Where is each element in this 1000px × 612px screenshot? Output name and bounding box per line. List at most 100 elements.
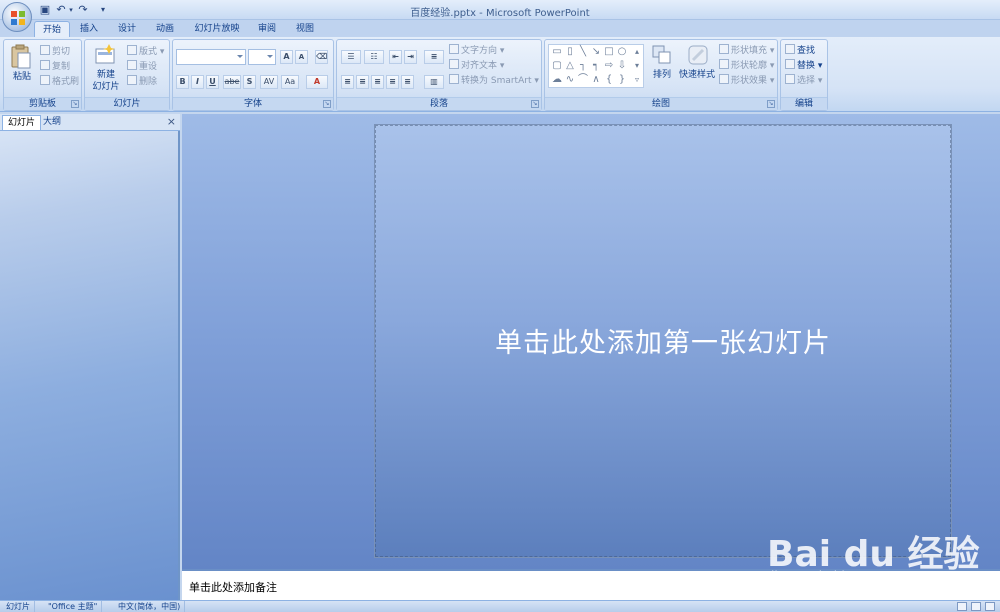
right-brace-icon[interactable]: } <box>616 74 628 86</box>
char-spacing-button[interactable]: AV <box>260 75 278 89</box>
text-shadow-button[interactable]: S <box>243 75 256 89</box>
new-slide-icon[interactable] <box>93 43 117 67</box>
slide-canvas[interactable]: 单击此处添加第一张幻灯片 <box>374 124 952 558</box>
select-label: 选择 <box>797 76 816 86</box>
clipboard-launcher-icon[interactable]: ↘ <box>71 100 79 108</box>
left-brace-icon[interactable]: { <box>603 74 615 86</box>
slideshow-view-icon[interactable] <box>985 602 995 611</box>
align-right-icon[interactable]: ≡ <box>371 75 384 89</box>
gallery-more-icon[interactable]: ▿ <box>631 74 643 86</box>
scissors-icon <box>40 45 50 55</box>
tab-view[interactable]: 视图 <box>288 21 322 38</box>
font-name-combo[interactable] <box>176 49 246 65</box>
align-text-button[interactable]: 对齐文本 ▾ <box>449 59 504 72</box>
new-slide-label-1: 新建 <box>96 70 115 80</box>
vertical-text-shape-icon[interactable]: ▯ <box>564 46 576 58</box>
rectangle-shape-icon[interactable]: □ <box>603 46 615 58</box>
tab-slides-pane[interactable]: 幻灯片 <box>2 115 42 130</box>
tab-animation[interactable]: 动画 <box>148 21 182 38</box>
drawing-launcher-icon[interactable]: ↘ <box>767 100 775 108</box>
increase-indent-icon[interactable]: ⇥ <box>404 50 417 64</box>
close-icon[interactable]: × <box>167 115 176 129</box>
rounded-rect-shape-icon[interactable]: ▢ <box>551 60 563 72</box>
bold-button[interactable]: B <box>176 75 189 89</box>
freeform-shape-icon[interactable]: ☁ <box>551 74 563 86</box>
line-spacing-icon[interactable]: ≡ <box>424 50 444 64</box>
effects-icon <box>719 74 729 84</box>
drawing-group: ▭ ▯ ╲ ↘ □ ○ ▢ △ ┐ ┑ ⇨ ⇩ ☁ ∿ ⌒ ∧ { } ▴ ▾ … <box>544 39 778 111</box>
arrow-line-shape-icon[interactable]: ↘ <box>590 46 602 58</box>
elbow-connector-icon[interactable]: ┐ <box>577 60 589 72</box>
slide-title-placeholder[interactable]: 单击此处添加第一张幻灯片 <box>375 321 951 360</box>
shape-fill-label: 形状填充 <box>731 46 768 56</box>
copy-button[interactable]: 复制 <box>40 60 70 73</box>
elbow-arrow-icon[interactable]: ┑ <box>590 60 602 72</box>
editing-group: 查找 替换 ▾ 选择 ▾ 编辑 <box>780 39 828 111</box>
right-arrow-shape-icon[interactable]: ⇨ <box>603 60 615 72</box>
underline-button[interactable]: U <box>206 75 219 89</box>
text-direction-button[interactable]: 文字方向 ▾ <box>449 44 504 57</box>
quick-styles-icon[interactable] <box>687 44 709 66</box>
columns-icon[interactable]: ▥ <box>424 75 444 89</box>
align-left-icon[interactable]: ≡ <box>341 75 354 89</box>
shape-fill-button[interactable]: 形状填充 ▾ <box>719 44 774 57</box>
font-size-combo[interactable] <box>248 49 276 65</box>
shrink-font-button[interactable]: A <box>295 50 308 64</box>
oval-shape-icon[interactable]: ○ <box>616 46 628 58</box>
reset-icon <box>127 60 137 70</box>
delete-slide-button[interactable]: 删除 <box>127 75 157 88</box>
text-box-shape-icon[interactable]: ▭ <box>551 46 563 58</box>
strikethrough-button[interactable]: abe <box>223 75 241 89</box>
paragraph-group-label: 段落 <box>337 97 541 110</box>
triangle-shape-icon[interactable]: △ <box>564 60 576 72</box>
justify-icon[interactable]: ≡ <box>386 75 399 89</box>
tab-review[interactable]: 审阅 <box>250 21 284 38</box>
tab-outline-pane[interactable]: 大纲 <box>38 115 66 130</box>
shape-outline-button[interactable]: 形状轮廓 ▾ <box>719 59 774 72</box>
change-case-button[interactable]: Aa <box>281 75 299 89</box>
pen-icon <box>719 59 729 69</box>
distributed-icon[interactable]: ≡ <box>401 75 414 89</box>
line-shape-icon[interactable]: ╲ <box>577 46 589 58</box>
notes-placeholder[interactable]: 单击此处添加备注 <box>189 579 277 595</box>
align-center-icon[interactable]: ≡ <box>356 75 369 89</box>
numbering-icon[interactable]: ☷ <box>364 50 384 64</box>
font-launcher-icon[interactable]: ↘ <box>323 100 331 108</box>
gallery-down-icon[interactable]: ▾ <box>631 60 643 72</box>
tab-design[interactable]: 设计 <box>110 21 144 38</box>
notes-pane[interactable]: 单击此处添加备注 <box>182 569 1000 600</box>
sorter-view-icon[interactable] <box>971 602 981 611</box>
status-language[interactable]: 中文(简体，中国) <box>114 601 186 612</box>
format-painter-button[interactable]: 格式刷 <box>40 75 79 88</box>
italic-button[interactable]: I <box>191 75 204 89</box>
paragraph-launcher-icon[interactable]: ↘ <box>531 100 539 108</box>
decrease-indent-icon[interactable]: ⇤ <box>389 50 402 64</box>
smartart-button[interactable]: 转换为 SmartArt ▾ <box>449 74 539 87</box>
layout-button[interactable]: 版式 ▾ <box>127 45 164 58</box>
find-button[interactable]: 查找 <box>785 44 815 57</box>
clear-format-icon[interactable]: ⌫ <box>315 50 328 64</box>
tab-insert[interactable]: 插入 <box>72 21 106 38</box>
arc-shape-icon[interactable]: ⌒ <box>577 74 589 86</box>
tab-slideshow[interactable]: 幻灯片放映 <box>186 21 248 38</box>
down-arrow-shape-icon[interactable]: ⇩ <box>616 60 628 72</box>
office-button[interactable] <box>2 2 32 32</box>
replace-button[interactable]: 替换 ▾ <box>785 59 822 72</box>
bullets-icon[interactable]: ☰ <box>341 50 361 64</box>
font-color-button[interactable]: A <box>306 75 328 89</box>
arrange-icon[interactable] <box>651 44 673 66</box>
select-button[interactable]: 选择 ▾ <box>785 74 822 87</box>
tab-home[interactable]: 开始 <box>34 21 70 38</box>
normal-view-icon[interactable] <box>957 602 967 611</box>
curve-shape-icon[interactable]: ∿ <box>564 74 576 86</box>
status-theme: "Office 主题" <box>44 601 103 612</box>
grow-font-button[interactable]: A <box>280 50 293 64</box>
shapes-gallery[interactable]: ▭ ▯ ╲ ↘ □ ○ ▢ △ ┐ ┑ ⇨ ⇩ ☁ ∿ ⌒ ∧ { } ▴ ▾ … <box>548 44 644 88</box>
cut-button[interactable]: 剪切 <box>40 45 70 58</box>
wave-shape-icon[interactable]: ∧ <box>590 74 602 86</box>
gallery-up-icon[interactable]: ▴ <box>631 46 643 58</box>
paste-icon[interactable] <box>10 44 32 70</box>
shape-effects-button[interactable]: 形状效果 ▾ <box>719 74 774 87</box>
reset-button[interactable]: 重设 <box>127 60 157 73</box>
binoculars-icon <box>785 44 795 54</box>
